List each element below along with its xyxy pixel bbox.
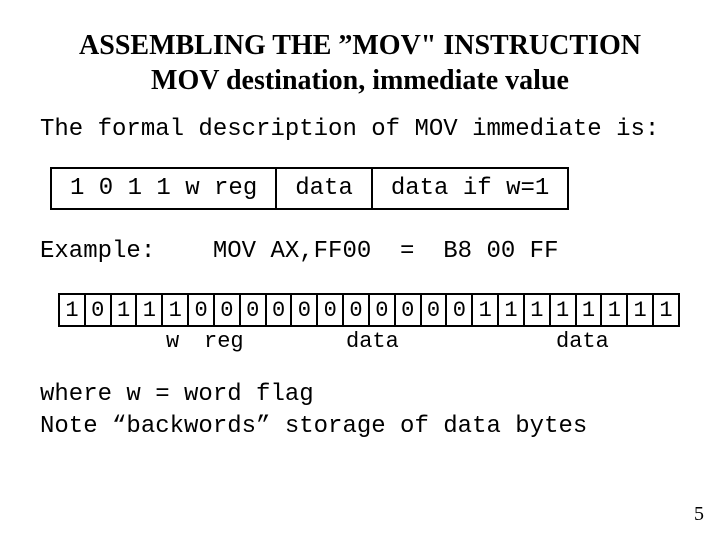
format-cell-data-w: data if w=1: [372, 168, 568, 209]
example-line: Example: MOV AX,FF00 = B8 00 FF: [40, 238, 680, 265]
bit-cell: 0: [266, 294, 292, 326]
label-data: data: [346, 329, 399, 354]
slide-title: ASSEMBLING THE ”MOV" INSTRUCTION MOV des…: [40, 28, 680, 98]
title-line-1: ASSEMBLING THE ”MOV" INSTRUCTION: [79, 30, 641, 61]
label-data: data: [556, 329, 609, 354]
format-cell-opcode: 1 0 1 1 w reg: [51, 168, 276, 209]
bit-cell: 0: [369, 294, 395, 326]
bit-cell: 1: [627, 294, 653, 326]
bit-cell: 0: [214, 294, 240, 326]
bit-cell: 0: [395, 294, 421, 326]
bit-cell: 1: [59, 294, 85, 326]
notes: where w = word flag Note “backwords” sto…: [40, 379, 680, 444]
intro-text: The formal description of MOV immediate …: [40, 116, 680, 143]
bit-cell: 1: [498, 294, 524, 326]
bit-cell: 1: [653, 294, 679, 326]
bits-diagram: 1 0 1 1 1 0 0 0 0 0 0 0 0 0 0 0 1 1 1 1: [58, 293, 680, 353]
bit-cell: 1: [472, 294, 498, 326]
bit-cell: 0: [446, 294, 472, 326]
bit-cell: 1: [136, 294, 162, 326]
table-row: 1 0 1 1 1 0 0 0 0 0 0 0 0 0 0 0 1 1 1 1: [59, 294, 679, 326]
format-table: 1 0 1 1 w reg data data if w=1: [50, 167, 569, 210]
page-number: 5: [694, 503, 704, 526]
table-row: 1 0 1 1 w reg data data if w=1: [51, 168, 568, 209]
label-w: w: [166, 329, 179, 354]
bit-cell: 1: [162, 294, 188, 326]
label-reg: reg: [204, 329, 244, 354]
bit-cell: 1: [601, 294, 627, 326]
bit-cell: 0: [85, 294, 111, 326]
bit-cell: 0: [421, 294, 447, 326]
bit-cell: 1: [550, 294, 576, 326]
bits-table: 1 0 1 1 1 0 0 0 0 0 0 0 0 0 0 0 1 1 1 1: [58, 293, 680, 327]
notes-line-1: where w = word flag: [40, 381, 314, 408]
bits-labels: w reg data data: [58, 327, 680, 353]
slide: ASSEMBLING THE ”MOV" INSTRUCTION MOV des…: [0, 0, 720, 540]
bit-cell: 1: [524, 294, 550, 326]
bit-cell: 0: [188, 294, 214, 326]
bit-cell: 0: [240, 294, 266, 326]
bit-cell: 1: [111, 294, 137, 326]
bit-cell: 0: [317, 294, 343, 326]
notes-line-2: Note “backwords” storage of data bytes: [40, 413, 587, 440]
format-cell-data: data: [276, 168, 372, 209]
bit-cell: 0: [343, 294, 369, 326]
title-line-2: MOV destination, immediate value: [151, 65, 569, 96]
bit-cell: 0: [291, 294, 317, 326]
bit-cell: 1: [576, 294, 602, 326]
